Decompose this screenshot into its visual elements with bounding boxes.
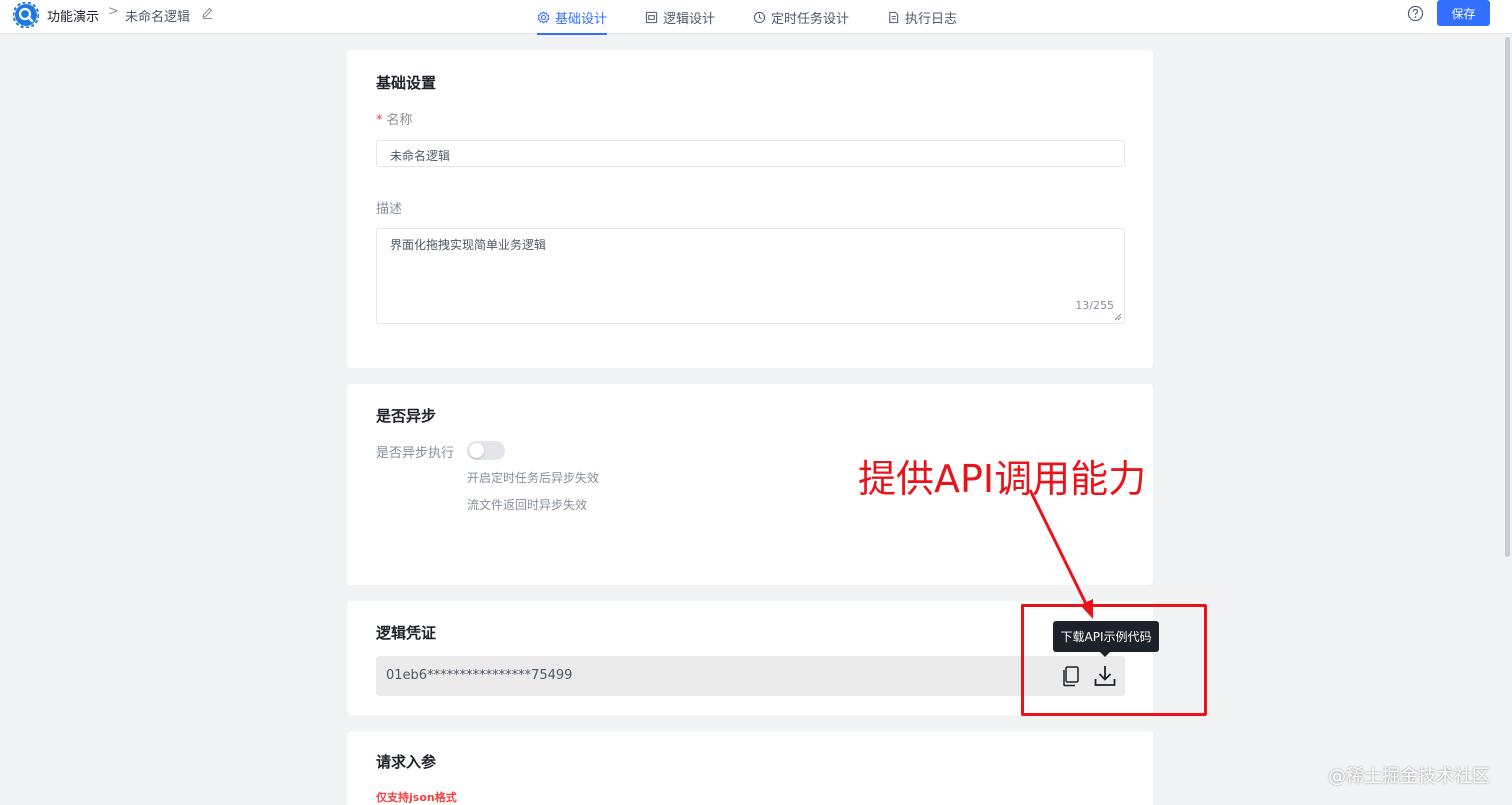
save-button[interactable]: 保存 [1437,0,1490,26]
credential-title: 逻辑凭证 [376,624,437,642]
toggle-knob [469,443,484,458]
tab-label: 逻辑设计 [663,11,716,27]
tab-label: 基础设计 [555,11,608,27]
help-icon[interactable] [1407,5,1424,22]
top-bar: 功能演示 > 未命名逻辑 基础设计 逻辑设计 定时任务设计 执行日志 保存 [0,0,1512,35]
request-params-card: 请求入参 仅支持json格式 [347,731,1153,805]
edit-icon[interactable] [200,6,214,20]
character-counter: 13/255 [1075,299,1114,312]
clock-icon [753,11,766,23]
description-value: 界面化拖拽实现简单业务逻辑 [390,238,547,252]
tab-execution-log[interactable]: 执行日志 [887,0,957,34]
tab-label: 定时任务设计 [771,11,850,27]
tab-schedule-design[interactable]: 定时任务设计 [753,0,849,34]
basic-settings-card: 基础设置 * 名称 未命名逻辑 描述 界面化拖拽实现简单业务逻辑 13/255 [347,50,1153,368]
app-logo-icon[interactable] [13,2,39,28]
name-label-text: 名称 [386,113,413,128]
async-title: 是否异步 [376,407,437,425]
async-hint-stream: 流文件返回时异步失效 [467,498,588,512]
description-label: 描述 [376,202,403,217]
breadcrumb-separator-icon: > [108,4,119,19]
required-mark: * [376,113,383,128]
name-label: * 名称 [376,109,413,128]
name-input[interactable]: 未命名逻辑 [376,140,1125,167]
async-hint-schedule: 开启定时任务后异步失效 [467,471,600,485]
resize-handle-icon[interactable] [1114,313,1122,321]
async-toggle[interactable] [467,441,505,460]
breadcrumb-logic-name: 未命名逻辑 [125,10,191,25]
credential-field: 01eb6****************75499 [376,656,1125,696]
tab-basic-design[interactable]: 基础设计 [537,0,608,35]
async-label: 是否异步执行 [376,446,455,461]
annotation-text: 提供API调用能力 [858,457,1147,501]
breadcrumb-app[interactable]: 功能演示 [47,6,99,25]
document-icon [889,11,899,23]
gear-icon [537,10,550,24]
watermark: @稀土掘金技术社区 [1328,766,1490,787]
json-only-note: 仅支持json格式 [376,791,457,804]
tab-logic-design[interactable]: 逻辑设计 [645,0,715,34]
annotation-highlight-box [1021,604,1207,716]
design-tabs: 基础设计 逻辑设计 定时任务设计 执行日志 [537,0,995,35]
tab-label: 执行日志 [905,11,958,27]
basic-settings-title: 基础设置 [376,74,437,92]
logic-icon [645,11,658,23]
credential-value: 01eb6****************75499 [386,668,573,683]
description-textarea[interactable]: 界面化拖拽实现简单业务逻辑 13/255 [376,228,1125,324]
scrollbar-thumb[interactable] [1505,37,1510,557]
request-params-title: 请求入参 [376,753,437,771]
